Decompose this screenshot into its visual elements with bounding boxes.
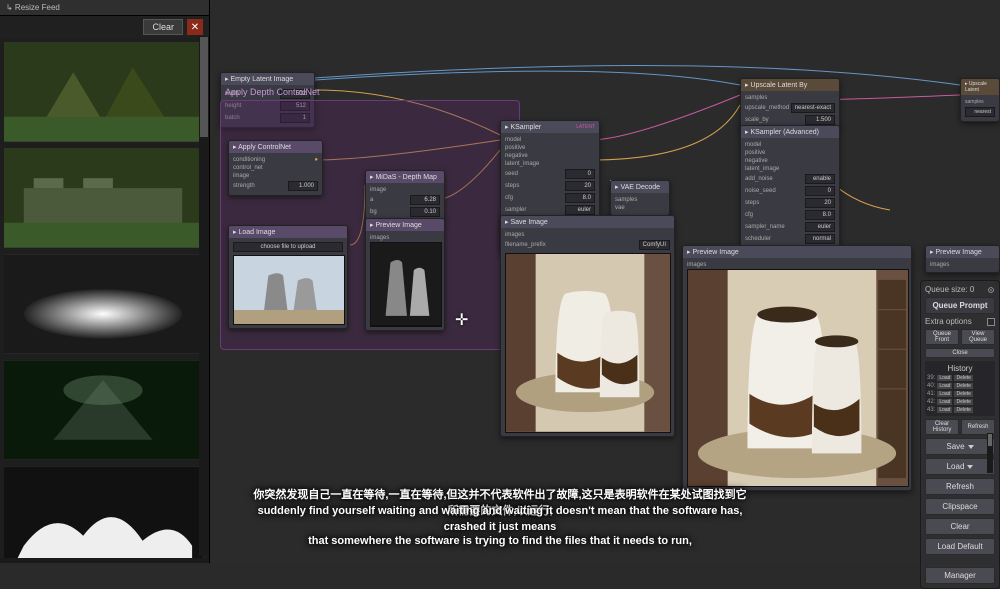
group-title: Apply Depth ControlNet <box>225 87 320 97</box>
node-header[interactable]: ▸ Empty Latent Image <box>221 73 314 85</box>
control-panel[interactable]: Queue size: 0 Queue Prompt Extra options… <box>920 280 1000 589</box>
clear-button[interactable]: Clear <box>143 19 183 35</box>
history-panel: History 39:LoadDelete 40:LoadDelete 41:L… <box>925 361 995 416</box>
node-upscale-latent[interactable]: ▸ Upscale Latent samples nearest <box>960 78 1000 122</box>
subtitle-en-1: suddenly find yourself waiting and waiti… <box>250 504 750 535</box>
load-button[interactable]: Load <box>925 458 995 475</box>
node-vae-decode[interactable]: ▸ VAE Decode samples vae <box>610 180 670 216</box>
node-upscale-latent-by[interactable]: ▸ Upscale Latent By samples upscale_meth… <box>740 78 840 130</box>
history-scrollbar[interactable] <box>987 433 993 473</box>
sidebar-header: ↳ Resize Feed <box>0 0 209 16</box>
history-row: 39:LoadDelete <box>927 374 993 382</box>
node-header[interactable]: ▸ Upscale Latent <box>961 79 999 95</box>
history-load-button[interactable]: Load <box>937 399 952 405</box>
save-button[interactable]: Save <box>925 438 995 455</box>
history-load-button[interactable]: Load <box>937 383 952 389</box>
clipspace-button[interactable]: Clipspace <box>925 498 995 515</box>
node-header[interactable]: ▸ KSampler (Advanced) <box>741 126 839 138</box>
node-preview-large[interactable]: ▸ Preview Image images <box>682 245 912 491</box>
history-row: 42:LoadDelete <box>927 398 993 406</box>
node-header[interactable]: ▸ Preview Image <box>926 246 999 258</box>
node-header[interactable]: ▸ Load Image <box>229 226 347 238</box>
queue-front-button[interactable]: Queue Front <box>925 329 959 345</box>
node-apply-controlnet[interactable]: ▸ Apply ControlNet conditioning● control… <box>228 140 323 196</box>
thumbnail[interactable] <box>4 466 202 558</box>
history-load-button[interactable]: Load <box>937 375 952 381</box>
load-default-button[interactable]: Load Default <box>925 538 995 555</box>
node-header[interactable]: ▸ Preview Image <box>366 219 444 231</box>
history-row: 43:LoadDelete <box>927 406 993 414</box>
cursor-icon: ✛ <box>455 310 473 328</box>
node-preview-third[interactable]: ▸ Preview Image images <box>925 245 1000 273</box>
node-header[interactable]: ▸ Preview Image <box>683 246 911 258</box>
preview-depth-image <box>370 242 442 327</box>
sidebar-controls: Clear ✕ <box>0 16 209 38</box>
node-header[interactable]: ▸ VAE Decode <box>611 181 669 193</box>
node-header[interactable]: ▸ MiDaS - Depth Map <box>366 171 444 183</box>
sidebar-scrollbar[interactable] <box>199 36 209 556</box>
sidebar-title: ↳ Resize Feed <box>6 3 60 12</box>
chevron-down-icon <box>968 445 974 449</box>
node-header[interactable]: ▸ Apply ControlNet <box>229 141 322 153</box>
node-preview-depth[interactable]: ▸ Preview Image images <box>365 218 445 331</box>
preview-large-image <box>687 269 909 487</box>
extra-options-row: Extra options <box>925 317 995 326</box>
node-save-image[interactable]: ▸ Save Image images filename_prefixComfy… <box>500 215 675 437</box>
node-canvas[interactable]: ▸ Empty Latent Image width512 height512 … <box>210 0 1000 563</box>
node-load-image[interactable]: ▸ Load Image choose file to upload <box>228 225 348 329</box>
history-load-button[interactable]: Load <box>937 391 952 397</box>
history-delete-button[interactable]: Delete <box>954 399 972 405</box>
history-delete-button[interactable]: Delete <box>954 407 972 413</box>
history-delete-button[interactable]: Delete <box>954 391 972 397</box>
node-header[interactable]: ▸ Save Image <box>501 216 674 228</box>
clear-history-button[interactable]: Clear History <box>925 419 959 435</box>
refresh-button[interactable]: Refresh <box>925 478 995 495</box>
history-delete-button[interactable]: Delete <box>954 383 972 389</box>
manager-button[interactable]: Manager <box>925 567 995 584</box>
queue-prompt-button[interactable]: Queue Prompt <box>925 297 995 314</box>
thumbnail[interactable] <box>4 254 202 354</box>
node-header[interactable]: ▸ KSamplerLATENT <box>501 121 599 133</box>
thumbnail-list <box>0 38 209 558</box>
save-image-preview <box>505 253 671 433</box>
history-row: 41:LoadDelete <box>927 390 993 398</box>
history-row: 40:LoadDelete <box>927 382 993 390</box>
load-image-preview <box>233 255 345 325</box>
thumbnail[interactable] <box>4 360 202 460</box>
node-midas-depth[interactable]: ▸ MiDaS - Depth Map image a6.28 bg0.10 <box>365 170 445 222</box>
queue-size-row: Queue size: 0 <box>925 285 995 294</box>
gear-icon[interactable] <box>987 286 995 294</box>
chevron-down-icon <box>967 465 973 469</box>
close-panel-button[interactable]: Close <box>925 348 995 358</box>
view-queue-button[interactable]: View Queue <box>961 329 995 345</box>
clear-button[interactable]: Clear <box>925 518 995 535</box>
history-title: History <box>927 363 993 374</box>
thumbnail[interactable] <box>4 42 202 142</box>
history-load-button[interactable]: Load <box>937 407 952 413</box>
extra-options-checkbox[interactable] <box>987 318 995 326</box>
close-button[interactable]: ✕ <box>187 19 203 35</box>
image-feed-sidebar: ↳ Resize Feed Clear ✕ <box>0 0 210 563</box>
thumbnail[interactable] <box>4 148 202 248</box>
subtitle-en-2: that somewhere the software is trying to… <box>308 534 692 549</box>
node-header[interactable]: ▸ Upscale Latent By <box>741 79 839 91</box>
history-delete-button[interactable]: Delete <box>954 375 972 381</box>
